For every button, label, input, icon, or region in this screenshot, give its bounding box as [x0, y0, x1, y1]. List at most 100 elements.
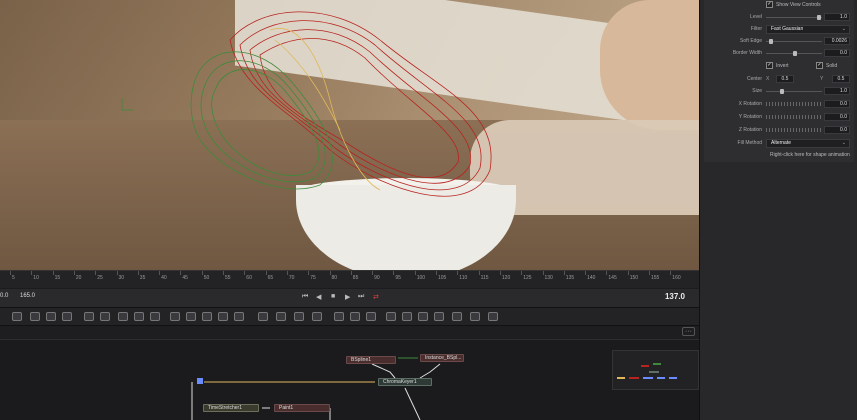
size-row: Size 1.0: [704, 86, 854, 97]
node-paint[interactable]: Paint1: [274, 404, 330, 412]
ruler-label: 155: [651, 275, 660, 281]
ruler-tick: [159, 271, 161, 275]
node-bspline[interactable]: BSpline1: [346, 356, 396, 364]
tool-button[interactable]: [30, 312, 40, 321]
y-rotation-value[interactable]: 0.0: [824, 113, 850, 121]
tool-button[interactable]: [46, 312, 56, 321]
tool-button[interactable]: [118, 312, 128, 321]
node-chromakeyer[interactable]: ChromaKeyer1: [378, 378, 432, 386]
node-timestretcher[interactable]: TimeStretcher1: [203, 404, 259, 412]
tool-button[interactable]: [234, 312, 244, 321]
tool-button[interactable]: [434, 312, 444, 321]
show-view-controls-checkbox[interactable]: ✓: [766, 1, 773, 8]
ruler-label: 30: [118, 275, 125, 281]
x-rotation-value[interactable]: 0.0: [824, 100, 850, 108]
play-button[interactable]: ▶: [345, 293, 350, 301]
level-value[interactable]: 1.0: [824, 13, 850, 21]
solid-checkbox[interactable]: ✓: [816, 62, 823, 69]
tool-button[interactable]: [134, 312, 144, 321]
input-node-marker[interactable]: [197, 378, 203, 384]
tool-button[interactable]: [150, 312, 160, 321]
tool-button[interactable]: [312, 312, 322, 321]
tool-button[interactable]: [218, 312, 228, 321]
filter-dropdown[interactable]: Fast Gaussian ⌄: [766, 25, 850, 34]
timeline-ruler[interactable]: 5 10 15 20 25 30 35 40 45 50 55 60 65 70 75 80 85 90 95 100…: [0, 270, 699, 288]
x-rotation-row: X Rotation 0.0: [704, 99, 854, 110]
size-slider-knob[interactable]: [779, 89, 784, 94]
tool-button[interactable]: [470, 312, 480, 321]
border-width-row: Border Width 0.0: [704, 48, 854, 59]
filter-value: Fast Gaussian: [771, 26, 804, 32]
border-width-slider-knob[interactable]: [793, 51, 797, 56]
play-reverse-button[interactable]: ◀: [316, 293, 321, 301]
tool-button[interactable]: [386, 312, 396, 321]
size-value[interactable]: 1.0: [824, 87, 850, 95]
center-x-field[interactable]: 0.5: [776, 75, 794, 83]
tool-button[interactable]: [488, 312, 498, 321]
ruler-label: 160: [672, 275, 681, 281]
start-frame-field[interactable]: 0.0: [0, 293, 8, 299]
tool-button[interactable]: [62, 312, 72, 321]
soft-edge-value[interactable]: 0.0026: [824, 37, 850, 45]
ruler-tick: [73, 271, 75, 275]
node-minimap[interactable]: [612, 350, 699, 390]
ruler-tick: [265, 271, 267, 275]
center-y-field[interactable]: 0.5: [832, 75, 850, 83]
ruler-tick: [223, 271, 224, 275]
current-frame-field[interactable]: 137.0: [665, 292, 685, 301]
fill-method-label: Fill Method: [737, 140, 762, 146]
ruler-tick: [499, 271, 501, 275]
size-slider[interactable]: [766, 91, 822, 92]
tool-button[interactable]: [452, 312, 462, 321]
end-frame-field[interactable]: 165.0: [20, 293, 35, 299]
viewer[interactable]: [0, 0, 699, 270]
spline-overlay[interactable]: [0, 0, 699, 270]
invert-checkbox[interactable]: ✓: [766, 62, 773, 69]
ruler-tick: [286, 271, 288, 275]
tool-button[interactable]: [366, 312, 376, 321]
z-rotation-value[interactable]: 0.0: [824, 126, 850, 134]
tool-button[interactable]: [350, 312, 360, 321]
level-slider-knob[interactable]: [817, 15, 822, 20]
tool-button[interactable]: [402, 312, 412, 321]
ruler-tick: [457, 271, 459, 275]
ruler-label: 70: [288, 275, 295, 281]
z-rotation-row: Z Rotation 0.0: [704, 125, 854, 136]
soft-edge-slider-knob[interactable]: [768, 39, 773, 44]
tool-button[interactable]: [12, 312, 22, 321]
shape-animation-hint[interactable]: Right-click here for shape animation: [770, 152, 850, 158]
ruler-tick: [116, 271, 118, 275]
fill-method-dropdown[interactable]: Alternate ⌄: [766, 139, 850, 148]
tool-button[interactable]: [202, 312, 212, 321]
y-rotation-dial[interactable]: [766, 115, 822, 119]
tool-button[interactable]: [418, 312, 428, 321]
node-instance-bspline[interactable]: Instance_BSpl...: [420, 354, 464, 362]
border-width-value[interactable]: 0.0: [824, 49, 850, 57]
ruler-tick: [393, 271, 395, 275]
node-instance-label: Instance_BSpl...: [425, 355, 462, 361]
fill-method-row: Fill Method Alternate ⌄: [704, 138, 854, 149]
stop-button[interactable]: ■: [331, 293, 335, 300]
ruler-label: 40: [161, 275, 167, 281]
tool-button[interactable]: [276, 312, 286, 321]
tool-button[interactable]: [186, 312, 196, 321]
z-rotation-dial[interactable]: [766, 128, 822, 132]
soft-edge-slider[interactable]: [766, 41, 822, 42]
loop-button[interactable]: ⇄: [373, 293, 379, 301]
node-editor[interactable]: BSpline1 Instance_BSpl... ChromaKeyer1 T…: [0, 340, 699, 420]
more-options-button[interactable]: ···: [682, 327, 695, 336]
tool-button[interactable]: [334, 312, 344, 321]
tool-button[interactable]: [170, 312, 180, 321]
x-rotation-dial[interactable]: [766, 102, 822, 106]
tool-button[interactable]: [84, 312, 94, 321]
tool-button[interactable]: [100, 312, 110, 321]
level-slider[interactable]: [766, 17, 822, 18]
ruler-tick: [244, 271, 246, 275]
filter-row: Filter Fast Gaussian ⌄: [704, 24, 854, 35]
ruler-label: 150: [629, 275, 639, 281]
go-to-end-button[interactable]: ⏭: [358, 293, 364, 301]
ruler-label: 65: [267, 275, 274, 281]
go-to-start-button[interactable]: ⏮: [302, 293, 308, 301]
tool-button[interactable]: [294, 312, 304, 321]
tool-button[interactable]: [258, 312, 268, 321]
